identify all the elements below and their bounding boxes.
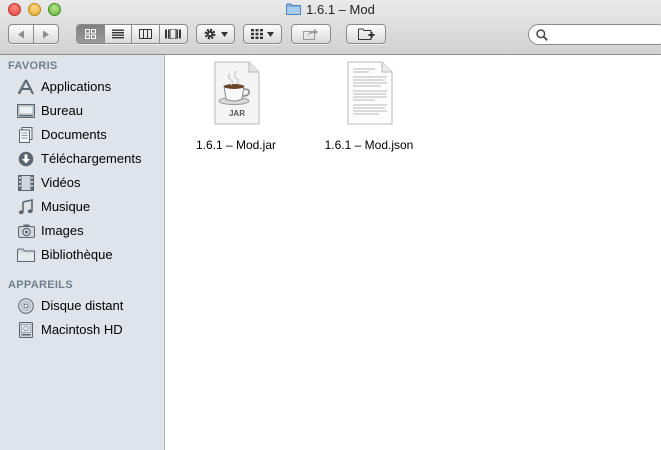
window-title-text: 1.6.1 – Mod [306, 2, 375, 17]
sidebar-item-telechargements[interactable]: Téléchargements [0, 148, 164, 170]
file-name: 1.6.1 – Mod.jar [195, 138, 277, 152]
grid-icon [251, 29, 263, 39]
sidebar-item-label: Téléchargements [41, 151, 142, 166]
column-view-icon [138, 29, 152, 39]
desktop-icon [17, 103, 35, 119]
coverflow-view-button[interactable] [160, 25, 187, 43]
downloads-icon [17, 151, 35, 167]
sidebar-item-label: Macintosh HD [41, 322, 123, 337]
sidebar-item-musique[interactable]: Musique [0, 196, 164, 218]
documents-icon [17, 127, 35, 143]
arrange-menu-button[interactable] [243, 24, 282, 44]
chevron-down-icon [267, 31, 274, 37]
sidebar-item-images[interactable]: Images [0, 220, 164, 242]
file-browser: JAR 1.6.1 – Mod.jar 1.6.1 – Mod.json [166, 55, 661, 450]
coverflow-view-icon [165, 29, 182, 39]
sidebar-item-label: Images [41, 223, 84, 238]
sidebar-item-label: Musique [41, 199, 91, 214]
gear-icon [204, 28, 216, 40]
music-icon [17, 199, 35, 215]
back-forward-control [8, 24, 59, 44]
file-name: 1.6.1 – Mod.json [324, 138, 414, 152]
list-view-button[interactable] [105, 25, 132, 43]
view-mode-control [76, 24, 188, 44]
folder-icon [286, 3, 302, 15]
sidebar-item-label: Disque distant [41, 298, 124, 313]
sidebar-section-favorites: FAVORIS [8, 60, 58, 72]
sidebar-item-documents[interactable]: Documents [0, 124, 164, 146]
sidebar-item-disque-distant[interactable]: Disque distant [0, 295, 164, 317]
back-button[interactable] [9, 25, 34, 43]
chevron-left-icon [17, 30, 24, 38]
search-icon [536, 29, 548, 41]
new-folder-button[interactable] [346, 24, 386, 44]
sidebar-item-label: Applications [41, 79, 112, 94]
new-folder-icon [357, 28, 374, 40]
camera-icon [17, 223, 35, 239]
sidebar-item-bibliotheque[interactable]: Bibliothèque [0, 244, 164, 266]
forward-button[interactable] [34, 25, 58, 43]
movies-icon [17, 175, 35, 191]
file-item[interactable]: 1.6.1 – Mod.json [304, 61, 434, 161]
window-title: 1.6.1 – Mod [0, 2, 661, 18]
optical-disc-icon [17, 298, 35, 314]
sidebar-item-label: Documents [41, 127, 107, 142]
sidebar-section-devices: APPAREILS [8, 279, 73, 291]
sidebar-item-applications[interactable]: Applications [0, 76, 164, 98]
sidebar-item-label: Bibliothèque [41, 247, 113, 262]
search-input[interactable] [551, 27, 661, 44]
action-menu-button[interactable] [196, 24, 235, 44]
text-document-icon [347, 61, 393, 125]
icon-view-button[interactable] [77, 25, 105, 43]
window-toolbar: 1.6.1 – Mod [0, 0, 661, 55]
search-field[interactable] [528, 24, 661, 45]
jar-badge: JAR [228, 109, 245, 118]
hard-drive-icon [17, 322, 35, 338]
sidebar-item-bureau[interactable]: Bureau [0, 100, 164, 122]
column-view-button[interactable] [132, 25, 160, 43]
share-icon [303, 28, 318, 40]
share-button[interactable] [291, 24, 331, 44]
file-item[interactable]: JAR 1.6.1 – Mod.jar [171, 61, 301, 161]
sidebar: FAVORIS Applications Bureau Documents Té… [0, 55, 165, 450]
icon-view-icon [84, 29, 96, 39]
applications-icon [17, 79, 35, 95]
list-view-icon [111, 29, 124, 39]
chevron-right-icon [42, 30, 49, 38]
sidebar-item-videos[interactable]: Vidéos [0, 172, 164, 194]
sidebar-item-label: Vidéos [41, 175, 81, 190]
sidebar-item-label: Bureau [41, 103, 83, 118]
sidebar-item-macintosh-hd[interactable]: Macintosh HD [0, 319, 164, 341]
chevron-down-icon [221, 31, 228, 37]
folder-icon [17, 247, 35, 263]
